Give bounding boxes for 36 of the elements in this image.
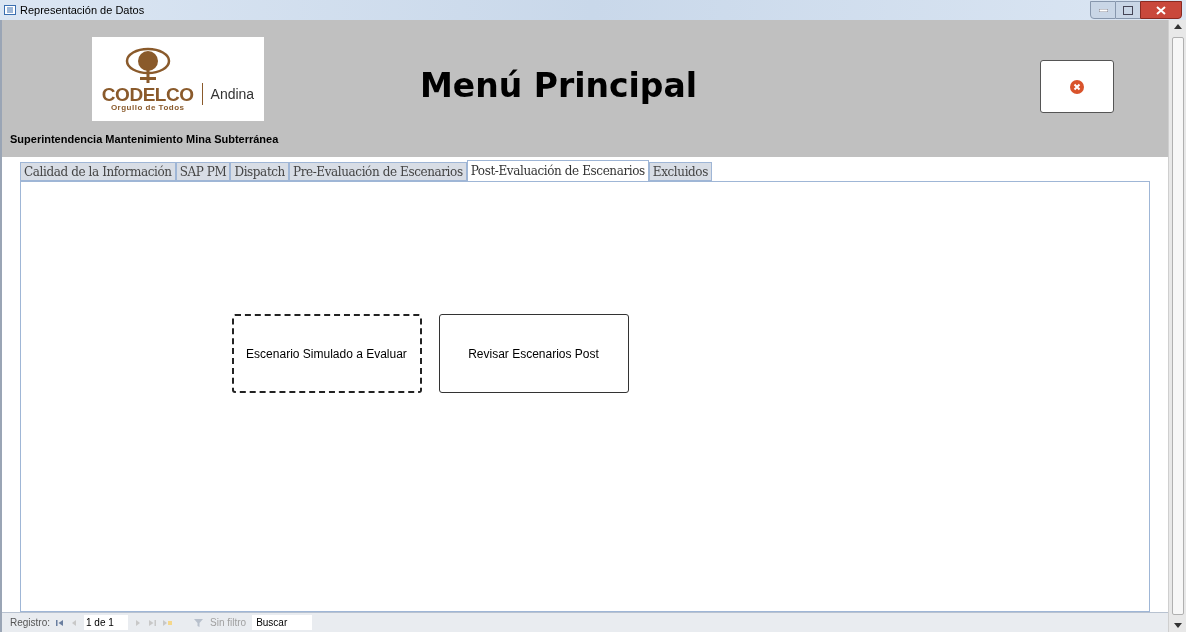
- close-icon: [1070, 79, 1084, 94]
- form-icon: [4, 4, 16, 16]
- restore-icon: [1123, 5, 1133, 15]
- action-button[interactable]: Revisar Escenarios Post: [438, 314, 629, 393]
- logo-division: Andina: [210, 84, 255, 104]
- first-record-icon[interactable]: [56, 618, 64, 627]
- vertical-scrollbar[interactable]: [1168, 20, 1186, 632]
- tab[interactable]: SAP PM: [175, 162, 231, 181]
- action-button[interactable]: Escenario Simulado a Evaluar: [231, 314, 422, 393]
- maximize-button[interactable]: [1116, 1, 1140, 19]
- search-field[interactable]: Buscar: [252, 615, 313, 630]
- subtitle: Superintendencia Mantenimiento Mina Subterránea: [10, 132, 279, 147]
- tab[interactable]: Post-Evaluación de Escenarios: [466, 160, 649, 181]
- page-title: Menú Principal: [420, 69, 698, 102]
- scroll-down-icon[interactable]: [1173, 623, 1182, 628]
- new-record-icon[interactable]: [162, 618, 172, 627]
- tab[interactable]: Pre-Evaluación de Escenarios: [288, 162, 467, 181]
- next-record-icon[interactable]: [134, 618, 142, 627]
- window-title: Representación de Datos: [20, 2, 145, 18]
- exit-button[interactable]: [1040, 60, 1114, 113]
- minimize-icon: [1098, 8, 1108, 12]
- logo-drawing: [123, 46, 172, 85]
- record-position-field[interactable]: 1 de 1: [84, 615, 128, 630]
- record-label: Registro:: [10, 616, 50, 630]
- tab[interactable]: Excluidos: [648, 162, 712, 181]
- close-button[interactable]: [1140, 1, 1182, 19]
- logo-tagline: Orgullo de Todos: [110, 103, 185, 112]
- scroll-thumb[interactable]: [1171, 37, 1184, 615]
- tab[interactable]: Calidad de la Información: [20, 162, 176, 181]
- tab[interactable]: Dispatch: [230, 162, 289, 181]
- logo-brand: CODELCO: [101, 84, 194, 104]
- filter-icon: [194, 617, 204, 628]
- close-icon: [1156, 5, 1166, 15]
- previous-record-icon[interactable]: [70, 618, 78, 627]
- last-record-icon[interactable]: [148, 618, 156, 627]
- scroll-up-icon[interactable]: [1173, 24, 1182, 29]
